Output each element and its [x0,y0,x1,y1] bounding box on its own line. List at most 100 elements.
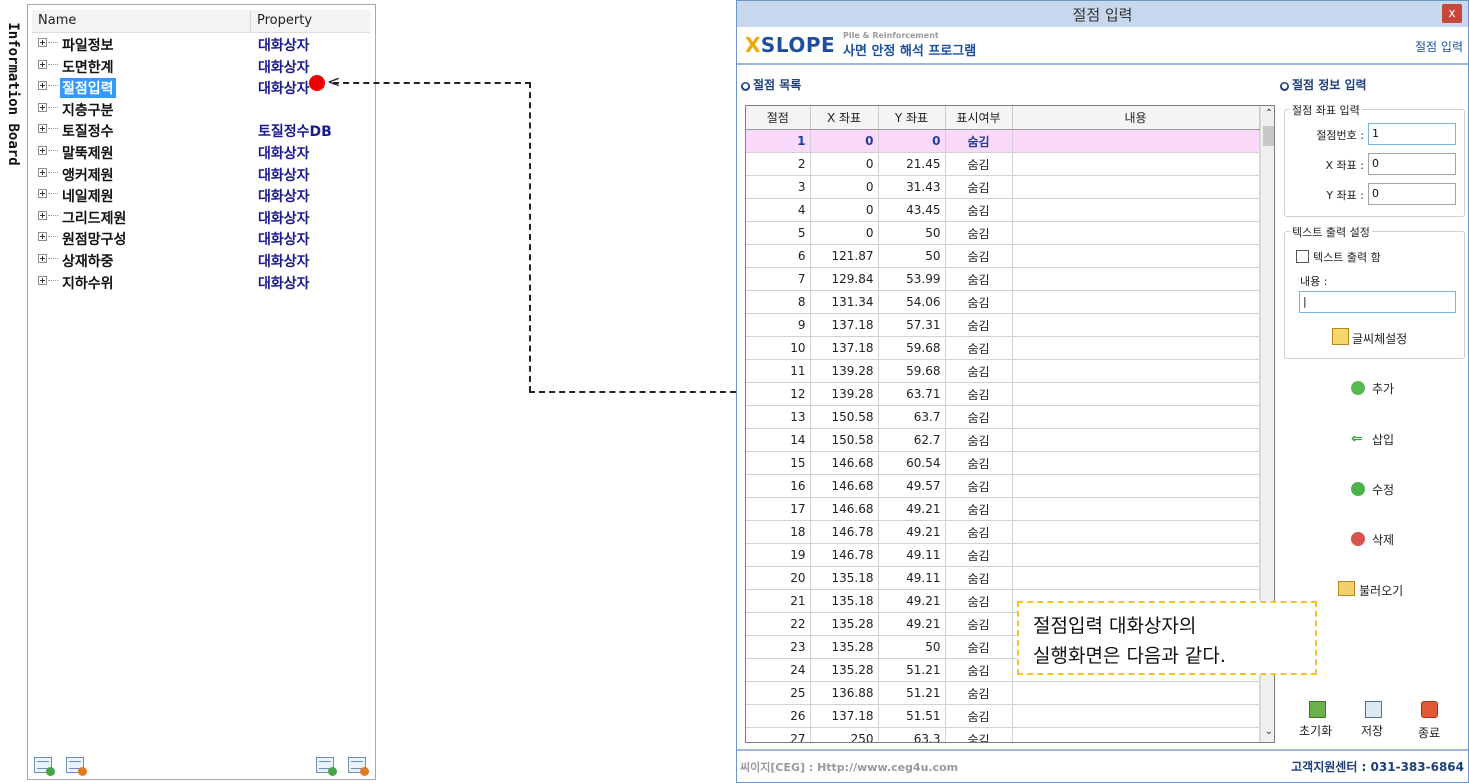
tree-row[interactable]: 파일정보 대화상자 [32,33,370,54]
grid-cell[interactable]: 0 [878,129,946,153]
expand-icon[interactable] [38,254,47,263]
expand-icon[interactable] [38,102,47,112]
expand-icon[interactable] [38,275,47,285]
grid-cell[interactable]: 49.21 [878,589,946,613]
exit-button[interactable]: 종료 [1418,724,1440,741]
grid-cell[interactable] [1012,727,1260,742]
grid-cell[interactable]: 4 [746,198,811,222]
grid-cell[interactable]: 숨김 [945,497,1013,521]
grid-cell[interactable]: 16 [746,474,811,498]
grid-column-header[interactable]: 내용 [1012,106,1260,130]
dialog-titlebar[interactable]: 절점 입력 x [737,1,1468,27]
grid-cell[interactable]: 50 [878,221,946,245]
grid-cell[interactable]: 0 [810,152,879,176]
grid-cell[interactable]: 137.18 [810,704,879,728]
tree-item-property[interactable]: 토질정수DB [258,121,332,141]
grid-cell[interactable]: 숨김 [945,221,1013,245]
x-coord-input[interactable]: 0 [1368,153,1456,175]
tree-item-name[interactable]: 지하수위 [60,273,116,293]
node-number-input[interactable]: 1 [1368,123,1456,145]
grid-cell[interactable]: 146.78 [810,520,879,544]
tree-item-name[interactable]: 절점입력 [60,78,116,99]
grid-cell[interactable]: 6 [746,244,811,268]
font-settings-button[interactable]: 글씨체설정 [1352,330,1407,347]
grid-cell[interactable] [1012,428,1260,452]
grid-cell[interactable]: 59.68 [878,359,946,383]
grid-cell[interactable]: 숨김 [945,635,1013,659]
grid-cell[interactable]: 0 [810,129,879,153]
column-header-property[interactable]: Property [250,10,312,32]
grid-cell[interactable]: 146.78 [810,543,879,567]
tree-row[interactable]: 상재하중 대화상자 [32,249,370,270]
grid-cell[interactable]: 150.58 [810,405,879,429]
grid-cell[interactable]: 2 [746,152,811,176]
grid-cell[interactable]: 135.18 [810,566,879,590]
grid-cell[interactable]: 21 [746,589,811,613]
tree-row[interactable]: 네일제원 대화상자 [32,184,370,205]
grid-row[interactable]: 11 139.28 59.68 숨김 [746,359,1260,383]
grid-cell[interactable] [1012,520,1260,544]
y-coord-input[interactable]: 0 [1368,183,1456,205]
grid-cell[interactable] [1012,566,1260,590]
modify-check-icon[interactable] [1351,482,1365,496]
insert-arrow-icon[interactable]: ⇐ [1351,432,1363,446]
reset-icon[interactable] [1309,701,1326,718]
expand-icon[interactable] [38,210,47,220]
remove-node-icon[interactable] [66,757,87,776]
grid-cell[interactable]: 25 [746,681,811,705]
grid-cell[interactable]: 3 [746,175,811,199]
grid-row[interactable]: 1 0 0 숨김 [746,129,1260,153]
grid-cell[interactable]: 135.18 [810,589,879,613]
grid-cell[interactable]: 숨김 [945,428,1013,452]
grid-cell[interactable]: 50 [878,244,946,268]
tree-row[interactable]: 지층구분 [32,98,370,119]
grid-row[interactable]: 17 146.68 49.21 숨김 [746,497,1260,521]
tree-row[interactable]: 도면한계 대화상자 [32,55,370,76]
grid-cell[interactable]: 27 [746,727,811,742]
grid-cell[interactable]: 1 [746,129,811,153]
tree-row[interactable]: 지하수위 대화상자 [32,271,370,292]
grid-row[interactable]: 4 0 43.45 숨김 [746,198,1260,222]
grid-cell[interactable]: 숨김 [945,681,1013,705]
grid-row[interactable]: 20 135.18 49.11 숨김 [746,566,1260,590]
grid-cell[interactable] [1012,382,1260,406]
grid-cell[interactable]: 146.68 [810,451,879,475]
grid-cell[interactable]: 43.45 [878,198,946,222]
grid-cell[interactable]: 숨김 [945,290,1013,314]
grid-cell[interactable]: 59.68 [878,336,946,360]
grid-cell[interactable]: 131.34 [810,290,879,314]
delete-icon[interactable] [1351,532,1365,546]
tree-item-name[interactable]: 토질정수 [60,121,116,141]
scroll-up-icon[interactable]: ⌃ [1261,108,1274,119]
expand-icon[interactable] [38,124,47,134]
grid-cell[interactable]: 53.99 [878,267,946,291]
tree-item-property[interactable]: 대화상자 [258,57,310,77]
grid-cell[interactable]: 숨김 [945,336,1013,360]
grid-cell[interactable]: 18 [746,520,811,544]
grid-row[interactable]: 19 146.78 49.11 숨김 [746,543,1260,567]
grid-row[interactable]: 13 150.58 63.7 숨김 [746,405,1260,429]
grid-cell[interactable]: 51.51 [878,704,946,728]
grid-cell[interactable] [1012,221,1260,245]
grid-cell[interactable]: 250 [810,727,879,742]
grid-cell[interactable]: 12 [746,382,811,406]
expand-icon[interactable] [38,167,47,177]
grid-cell[interactable]: 63.71 [878,382,946,406]
tree-row[interactable]: 앵커제원 대화상자 [32,163,370,184]
grid-cell[interactable]: 121.87 [810,244,879,268]
add-node-icon[interactable] [34,757,55,776]
grid-row[interactable]: 2 0 21.45 숨김 [746,152,1260,176]
tree-item-property[interactable]: 대화상자 [258,208,310,228]
grid-cell[interactable]: 19 [746,543,811,567]
grid-row[interactable]: 7 129.84 53.99 숨김 [746,267,1260,291]
grid-row[interactable]: 18 146.78 49.21 숨김 [746,520,1260,544]
grid-cell[interactable]: 129.84 [810,267,879,291]
grid-cell[interactable]: 62.7 [878,428,946,452]
grid-cell[interactable]: 숨김 [945,405,1013,429]
grid-cell[interactable]: 51.21 [878,658,946,682]
grid-row[interactable]: 6 121.87 50 숨김 [746,244,1260,268]
add-item-icon[interactable] [316,757,337,776]
tree-item-property[interactable]: 대화상자 [258,251,310,271]
expand-icon[interactable] [38,189,47,199]
scroll-down-icon[interactable]: ⌄ [1261,726,1274,737]
